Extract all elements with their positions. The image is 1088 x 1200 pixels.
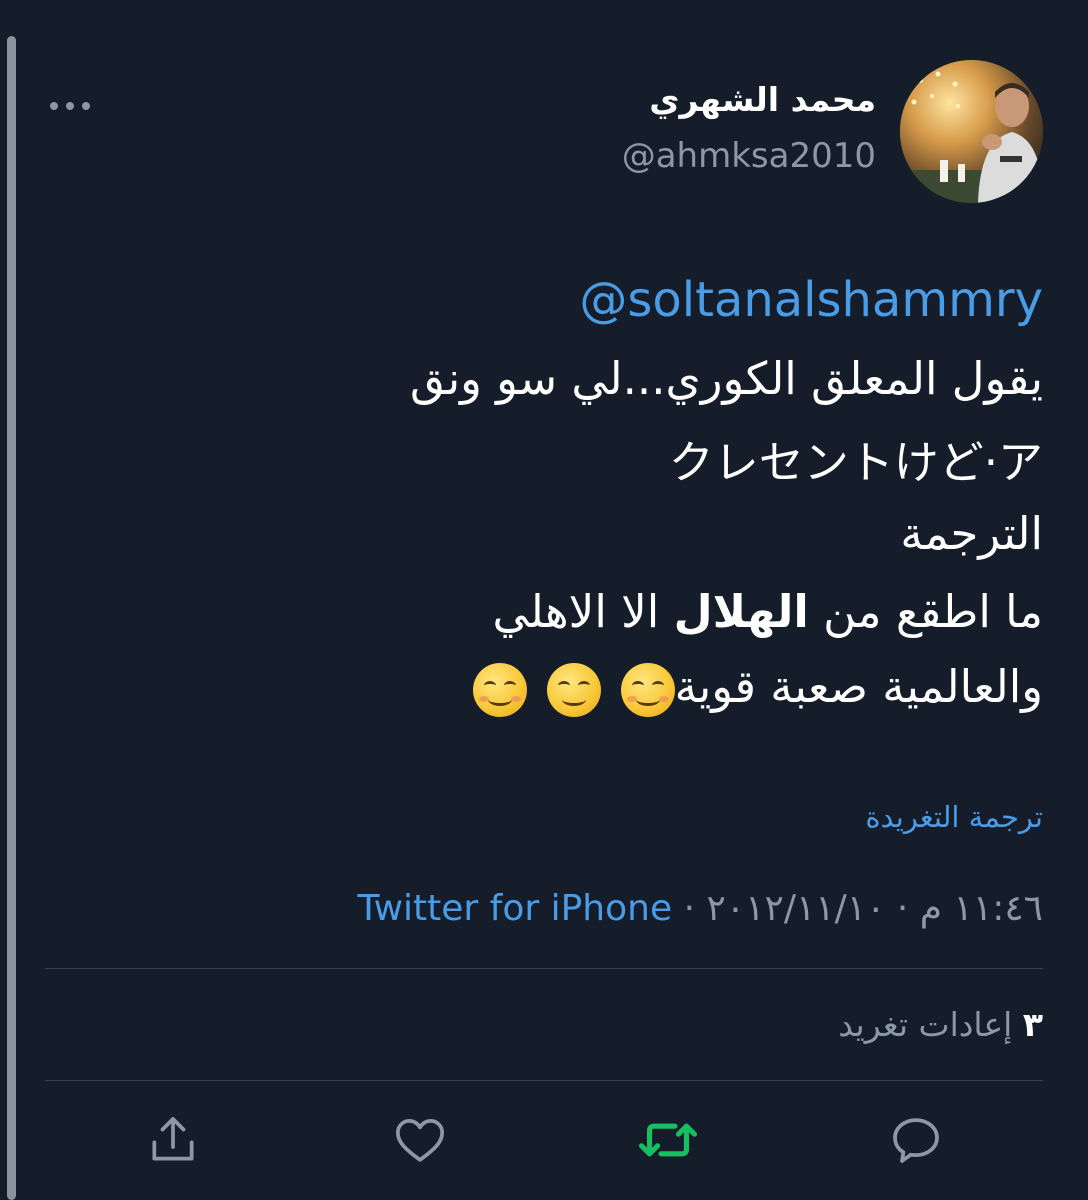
tweet-mention-link[interactable]: @soltanalshammry [579,272,1043,328]
tweet-text-line: ما اطقع من الهلال الا الاهلي [493,585,1043,638]
share-icon [152,1117,194,1161]
retweets-number: ٣ [1022,1005,1043,1044]
translate-tweet-link[interactable]: ترجمة التغريدة [865,800,1043,834]
reply-button[interactable] [886,1110,946,1170]
tweet-detail-screen: محمد الشهري @ahmksa2010 @soltanalshammry… [0,0,1088,1200]
divider [45,1080,1043,1081]
tweet-text-segment: الا الاهلي [492,585,660,638]
tweet-text-line: クレセントけど·ア [668,436,1043,489]
tweet-text-bold: الهلال [673,585,809,638]
avatar[interactable] [900,60,1043,203]
meta-separator: · [683,888,696,929]
retweet-button[interactable] [638,1110,698,1170]
tweet-text-segment: والعالمية صعبة قوية [674,660,1043,713]
comment-icon [893,1118,939,1163]
tweet-source-link[interactable]: Twitter for iPhone [358,888,673,929]
tweet-text-line: والعالمية صعبة قوية [453,660,1043,717]
like-button[interactable] [390,1110,450,1170]
tweet-text-line: الترجمة [900,507,1043,560]
tweet-date: ٢٠١٢/١١/١٠ [706,888,886,929]
author-handle[interactable]: @ahmksa2010 [622,136,876,176]
more-options-icon[interactable] [50,92,90,120]
scrollbar[interactable] [7,36,16,1200]
author-name[interactable]: محمد الشهري [649,80,876,119]
blushing-face-icon [472,663,527,717]
retweets-label: إعادات تغريد [838,1005,1013,1044]
tweet-text-line: يقول المعلق الكوري...لي سو ونق [410,352,1043,405]
retweet-icon [638,1123,698,1157]
winking-face-icon [546,663,601,717]
tweet-meta: Twitter for iPhone · ١١:٤٦ م · ٢٠١٢/١١/١… [358,888,1043,929]
tweet-text-segment: ما اطقع من [823,585,1043,638]
divider [45,968,1043,969]
tweet-time: ١١:٤٦ م [919,888,1043,929]
smiling-face-icon [620,663,675,717]
heart-icon [395,1119,445,1162]
share-button[interactable] [143,1110,203,1170]
retweets-count[interactable]: ٣ إعادات تغريد [838,1005,1043,1044]
meta-separator: · [896,888,909,929]
